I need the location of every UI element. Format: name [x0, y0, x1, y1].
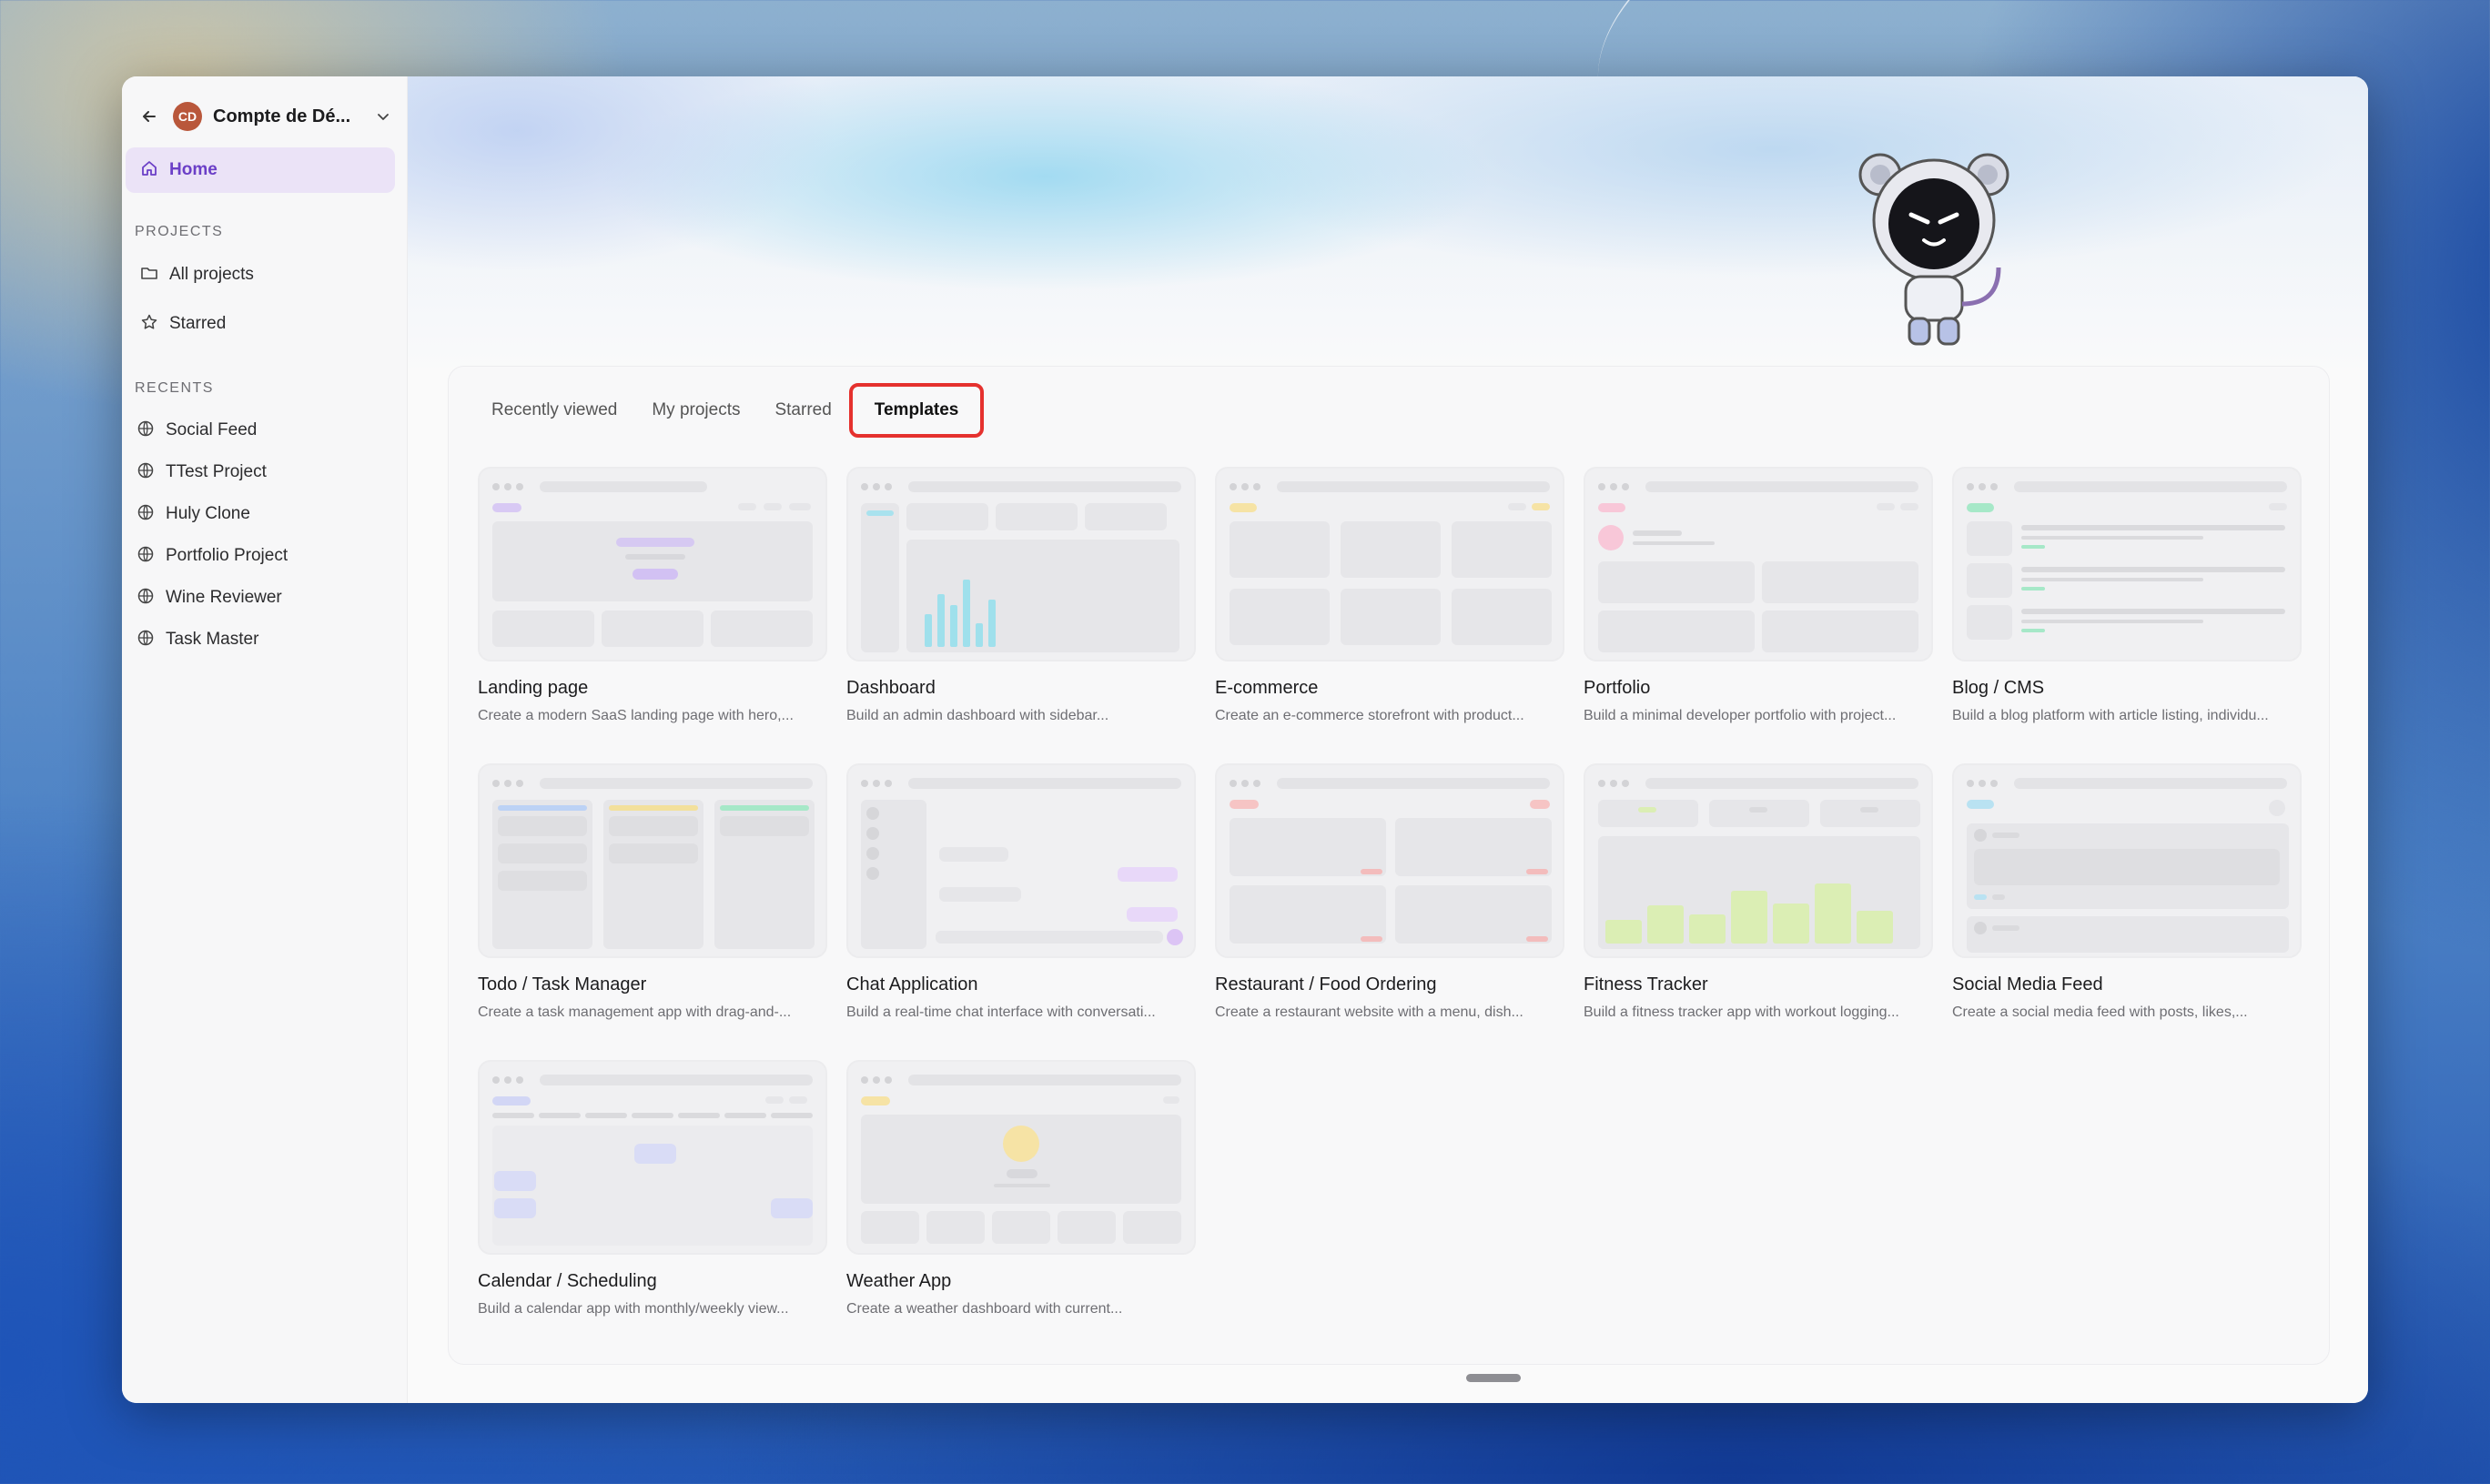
projects-panel: Recently viewed My projects Starred Temp… [448, 366, 2330, 1365]
template-card-portfolio[interactable]: Portfolio Build a minimal developer port… [1584, 467, 1933, 724]
template-title: Calendar / Scheduling [478, 1271, 657, 1291]
chevron-down-icon[interactable] [373, 106, 393, 126]
projects-section-title: PROJECTS [135, 224, 224, 239]
template-card-restaurant-food-ordering[interactable]: Restaurant / Food Ordering Create a rest… [1215, 763, 1564, 1021]
template-title: Dashboard [846, 678, 936, 698]
sidebar-item-label: Starred [169, 314, 227, 333]
tab-templates[interactable]: Templates [848, 383, 985, 438]
template-card-social-media-feed[interactable]: Social Media Feed Create a social media … [1952, 763, 2302, 1021]
template-card-calendar-scheduling[interactable]: Calendar / Scheduling Build a calendar a… [478, 1060, 827, 1317]
sidebar-item-all-projects[interactable]: All projects [126, 255, 395, 295]
globe-icon [137, 503, 155, 526]
globe-icon [137, 629, 155, 651]
account-name: Compte de Dé... [213, 106, 351, 126]
recent-item-task-master[interactable]: Task Master [126, 621, 395, 659]
template-description: Build a blog platform with article listi… [1952, 708, 2269, 723]
template-title: Weather App [846, 1271, 952, 1291]
template-card-e-commerce[interactable]: E-commerce Create an e-commerce storefro… [1215, 467, 1564, 724]
recent-item-portfolio-project[interactable]: Portfolio Project [126, 537, 395, 575]
template-description: Build a fitness tracker app with workout… [1584, 1004, 1899, 1020]
template-preview [1952, 467, 2302, 661]
template-description: Build a minimal developer portfolio with… [1584, 708, 1897, 723]
sidebar: CD Compte de Dé... Home PROJECTS All pro… [122, 76, 408, 1403]
template-card-dashboard[interactable]: Dashboard Build an admin dashboard with … [846, 467, 1196, 724]
template-preview [846, 763, 1196, 958]
account-switcher[interactable]: CD Compte de Dé... [122, 89, 408, 144]
template-description: Create a weather dashboard with current.… [846, 1301, 1123, 1317]
recent-item-huly-clone[interactable]: Huly Clone [126, 495, 395, 533]
scroll-handle[interactable] [1466, 1374, 1521, 1382]
recent-item-label: Wine Reviewer [166, 588, 282, 607]
globe-icon [137, 587, 155, 610]
astronaut-mascot-illustration [1858, 153, 2009, 346]
template-description: Create a restaurant website with a menu,… [1215, 1004, 1523, 1020]
tab-recently-viewed[interactable]: Recently viewed [474, 383, 634, 438]
template-title: Chat Application [846, 974, 978, 994]
recent-item-label: Social Feed [166, 420, 258, 439]
folder-icon [140, 264, 158, 287]
template-preview [1584, 467, 1933, 661]
template-preview [478, 467, 827, 661]
template-description: Build a real-time chat interface with co… [846, 1004, 1156, 1020]
template-description: Create a task management app with drag-a… [478, 1004, 792, 1020]
template-card-chat-application[interactable]: Chat Application Build a real-time chat … [846, 763, 1196, 1021]
template-title: Portfolio [1584, 678, 1651, 698]
star-icon [140, 313, 158, 336]
recent-item-social-feed[interactable]: Social Feed [126, 411, 395, 449]
recent-item-wine-reviewer[interactable]: Wine Reviewer [126, 579, 395, 617]
globe-icon [137, 545, 155, 568]
template-card-landing-page[interactable]: Landing page Create a modern SaaS landin… [478, 467, 827, 724]
template-description: Create an e-commerce storefront with pro… [1215, 708, 1524, 723]
template-title: E-commerce [1215, 678, 1319, 698]
sidebar-item-starred[interactable]: Starred [126, 304, 395, 344]
tab-starred[interactable]: Starred [757, 383, 848, 438]
template-card-todo-task-manager[interactable]: Todo / Task Manager Create a task manage… [478, 763, 827, 1021]
template-title: Fitness Tracker [1584, 974, 1708, 994]
template-description: Build a calendar app with monthly/weekly… [478, 1301, 789, 1317]
globe-icon [137, 419, 155, 442]
main-content: Recently viewed My projects Starred Temp… [408, 76, 2368, 1403]
template-preview [846, 467, 1196, 661]
back-arrow-icon[interactable] [137, 104, 162, 129]
template-preview [1215, 467, 1564, 661]
template-title: Todo / Task Manager [478, 974, 647, 994]
template-title: Social Media Feed [1952, 974, 2103, 994]
tab-my-projects[interactable]: My projects [634, 383, 757, 438]
recent-item-label: TTest Project [166, 462, 267, 481]
sidebar-item-label: All projects [169, 265, 254, 284]
template-preview [1952, 763, 2302, 958]
sidebar-item-label: Home [169, 160, 218, 179]
recent-item-label: Task Master [166, 630, 259, 649]
template-card-blog-cms[interactable]: Blog / CMS Build a blog platform with ar… [1952, 467, 2302, 724]
app-window: CD Compte de Dé... Home PROJECTS All pro… [122, 76, 2368, 1403]
template-title: Blog / CMS [1952, 678, 2045, 698]
hero-banner [408, 76, 2368, 377]
template-title: Restaurant / Food Ordering [1215, 974, 1437, 994]
template-card-weather-app[interactable]: Weather App Create a weather dashboard w… [846, 1060, 1196, 1317]
template-title: Landing page [478, 678, 589, 698]
template-card-fitness-tracker[interactable]: Fitness Tracker Build a fitness tracker … [1584, 763, 1933, 1021]
template-preview [1215, 763, 1564, 958]
template-description: Build an admin dashboard with sidebar... [846, 708, 1109, 723]
home-icon [140, 159, 158, 182]
sidebar-item-home[interactable]: Home [126, 147, 395, 193]
template-preview [846, 1060, 1196, 1255]
template-preview [478, 763, 827, 958]
template-description: Create a modern SaaS landing page with h… [478, 708, 794, 723]
recent-item-label: Huly Clone [166, 504, 250, 523]
avatar: CD [173, 102, 202, 131]
globe-icon [137, 461, 155, 484]
recents-section-title: RECENTS [135, 380, 214, 396]
template-preview [478, 1060, 827, 1255]
template-preview [1584, 763, 1933, 958]
recent-item-ttest-project[interactable]: TTest Project [126, 453, 395, 491]
template-description: Create a social media feed with posts, l… [1952, 1004, 2248, 1020]
recent-item-label: Portfolio Project [166, 546, 288, 565]
tab-bar: Recently viewed My projects Starred Temp… [474, 383, 985, 438]
